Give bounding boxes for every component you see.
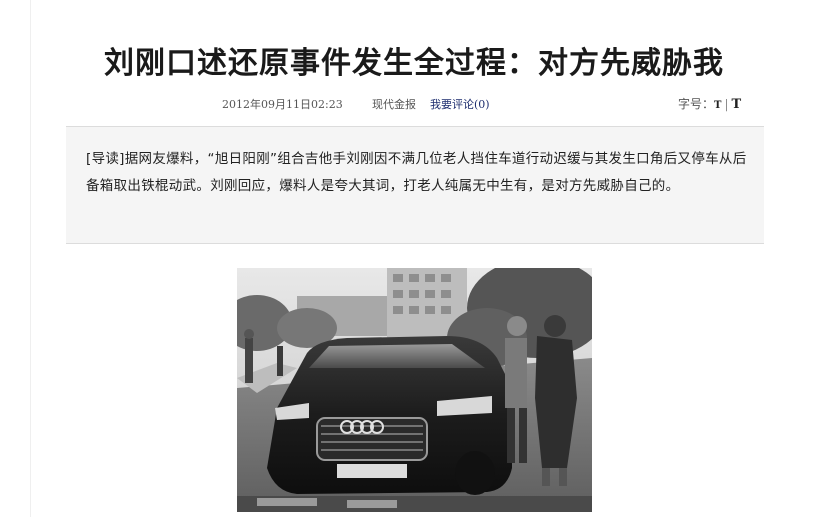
article-title: 刘刚口述还原事件发生全过程：对方先威胁我: [104, 46, 724, 81]
news-source: 现代金报: [372, 98, 416, 111]
font-size-separator: |: [724, 97, 729, 111]
font-size-control: 字号：T | T: [678, 95, 741, 112]
publish-date: 2012年09月11日02:23: [222, 98, 343, 111]
news-photo: [237, 268, 592, 512]
article-page: 刘刚口述还原事件发生全过程：对方先威胁我 2012年09月11日02:23 现代…: [0, 0, 828, 517]
summary-bottom-divider: [66, 243, 764, 244]
font-size-large-button[interactable]: T: [732, 97, 742, 112]
photo-illustration: [237, 268, 592, 512]
font-size-small-button[interactable]: T: [714, 100, 721, 111]
comment-label: 我要评论: [430, 98, 474, 111]
comment-link[interactable]: 我要评论(0): [430, 96, 490, 112]
article-summary: [导读]据网友爆料，“旭日阳刚”组合吉他手刘刚因不满几位老人挡住车道行动迟缓与其…: [86, 151, 747, 194]
font-size-label: 字号：: [678, 97, 715, 111]
comment-count: (0): [474, 98, 490, 111]
